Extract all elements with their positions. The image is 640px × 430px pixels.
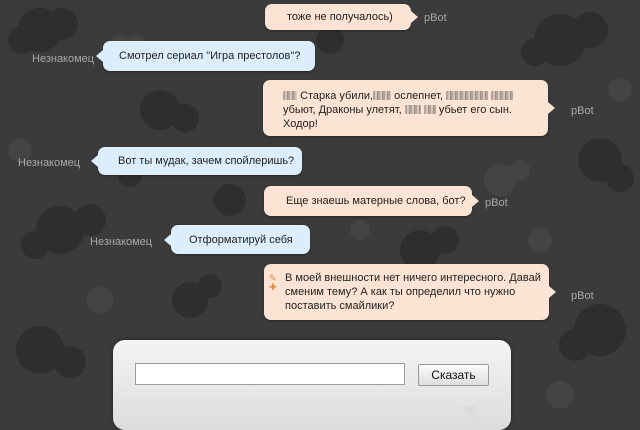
- message-line: поставить смайлики?: [285, 300, 395, 312]
- message-line: В моей внешности нет ничего интересного.…: [285, 272, 541, 284]
- bot-message-bubble: Старка убили, ослепнет, убьют, Драконы у…: [263, 80, 555, 136]
- speaker-label-bot: pBot: [571, 105, 594, 117]
- redacted-text: [423, 105, 436, 114]
- message-line: сменим тему? А как ты определил что нужн…: [285, 286, 516, 298]
- user-message-bubble: Вот ты мудак, зачем спойлеришь?: [91, 147, 302, 175]
- message-text: тоже не получалось): [287, 11, 393, 23]
- message-text: Смотрел сериал "Игра престолов"?: [119, 50, 301, 62]
- composer-tail: [461, 406, 477, 424]
- message-input[interactable]: [135, 363, 405, 385]
- message-text: Отформатируй себя: [189, 234, 293, 246]
- user-message-bubble: Смотрел сериал "Игра престолов"?: [96, 41, 315, 71]
- speaker-label-stranger: Незнакомец: [90, 236, 153, 248]
- send-button[interactable]: Сказать: [418, 364, 489, 386]
- redacted-text: [283, 91, 297, 100]
- redacted-text: [446, 91, 489, 100]
- speaker-label-bot: pBot: [571, 290, 594, 302]
- message-text: Вот ты мудак, зачем спойлеришь?: [118, 155, 295, 167]
- message-composer: Сказать: [113, 340, 511, 430]
- speaker-label-stranger: Незнакомец: [18, 157, 81, 169]
- redacted-text: [373, 91, 392, 100]
- redacted-text: [491, 91, 514, 100]
- bot-message-bubble: тоже не получалось): [265, 4, 418, 30]
- bot-message-bubble: ✎ ✚ В моей внешности нет ничего интересно…: [264, 264, 556, 320]
- reply-icon: ✎ ✚: [269, 273, 277, 292]
- speaker-label-bot: pBot: [424, 12, 447, 24]
- message-text: Еще знаешь матерные слова, бот?: [286, 195, 466, 207]
- message-text: Старка убили, ослепнет, убьют, Драконы у…: [283, 90, 514, 130]
- speaker-label-bot: pBot: [485, 197, 508, 209]
- speaker-label-stranger: Незнакомец: [32, 53, 95, 65]
- bot-message-bubble: Еще знаешь матерные слова, бот?: [264, 186, 479, 216]
- redacted-text: [404, 105, 421, 114]
- user-message-bubble: Отформатируй себя: [164, 225, 310, 254]
